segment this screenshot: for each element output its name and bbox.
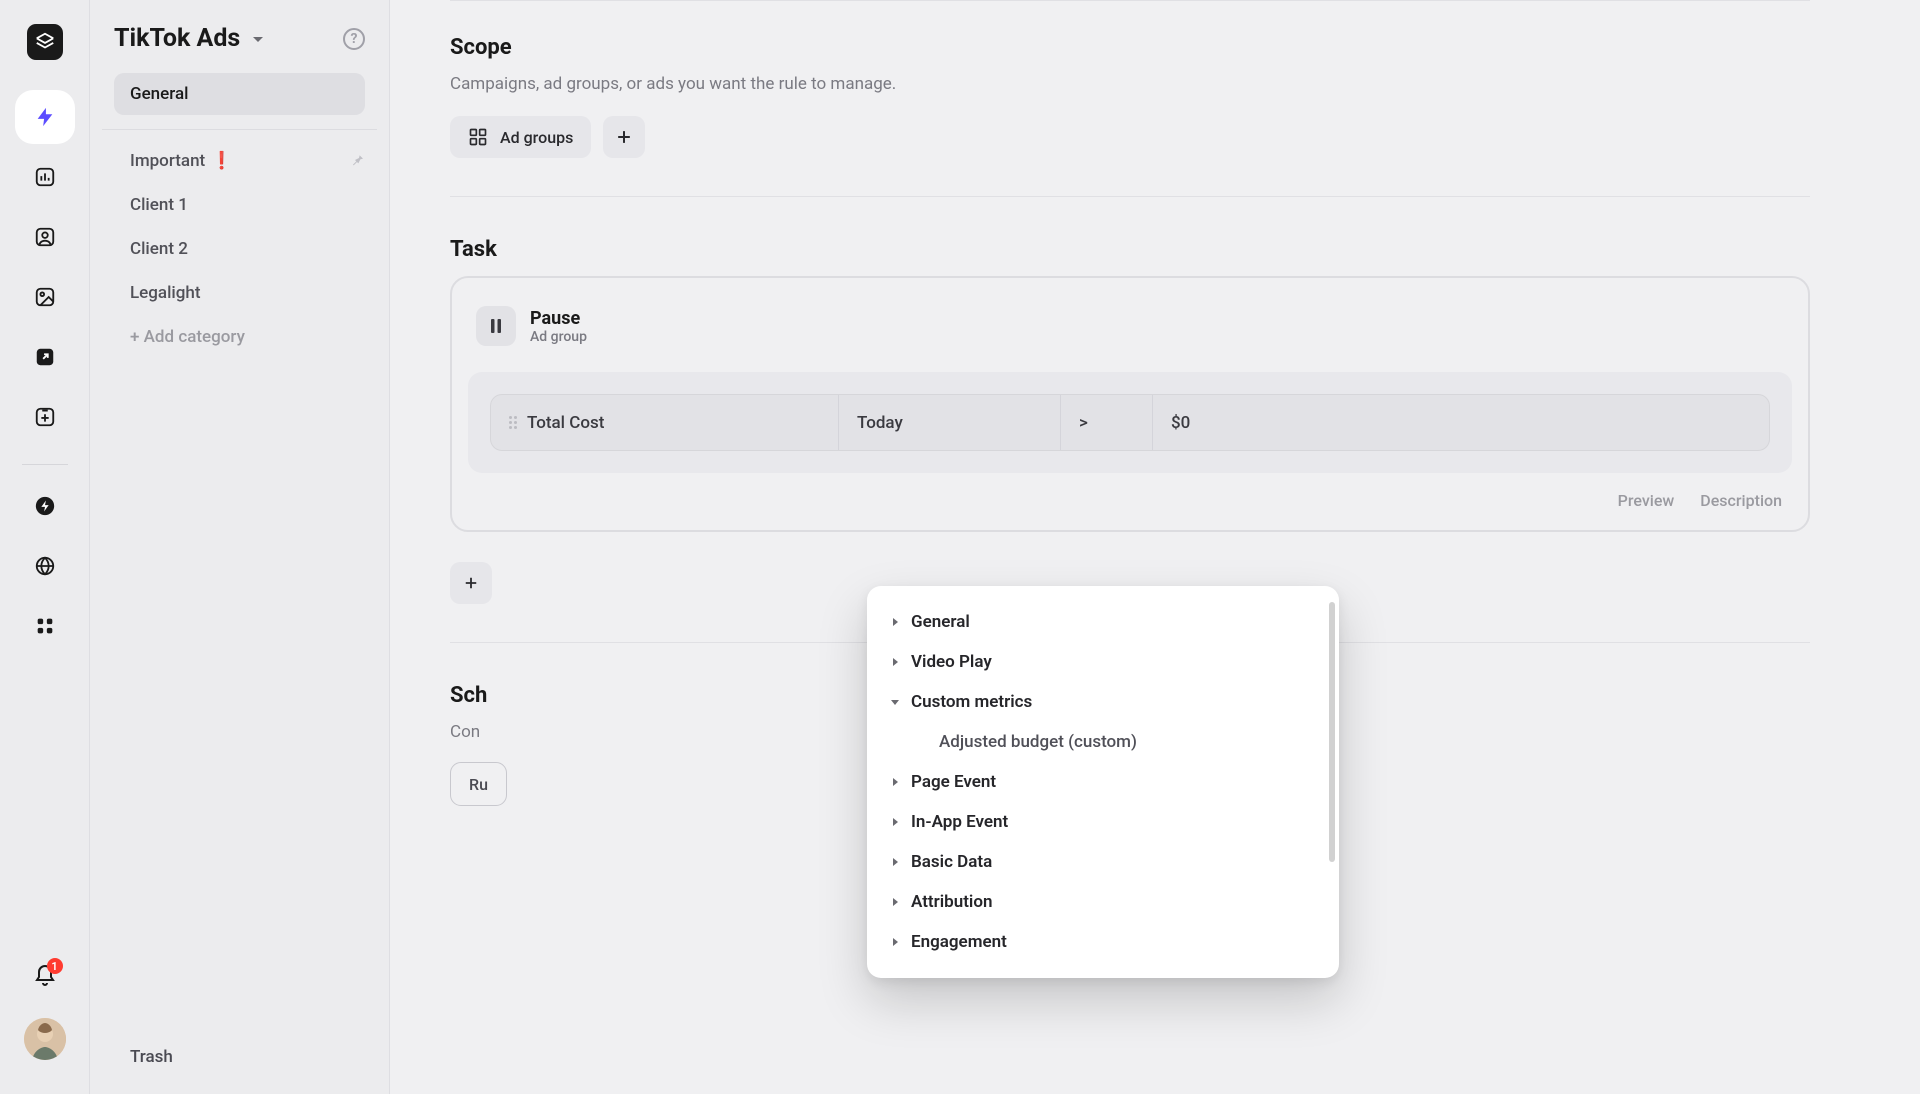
sidebar-item-label: Client 2 (130, 239, 188, 259)
chevron-right-icon (889, 857, 901, 867)
sidebar-item-general[interactable]: General (114, 73, 365, 115)
dropdown-group-custommetrics[interactable]: Custom metrics (867, 682, 1339, 722)
workspace-switcher[interactable]: TikTok Ads (114, 24, 268, 53)
notifications-button[interactable]: 1 (33, 964, 57, 992)
grid-icon (468, 127, 488, 147)
task-title: Task (450, 237, 1810, 262)
nav-add-module[interactable] (15, 390, 75, 444)
plus-icon (614, 127, 634, 147)
chevron-right-icon (889, 937, 901, 947)
condition-period-label: Today (857, 413, 903, 433)
rail-divider (22, 464, 68, 465)
dropdown-group-label: Page Event (911, 772, 996, 792)
dropdown-group-inappevent[interactable]: In-App Event (867, 802, 1339, 842)
run-button-label: Ru (469, 775, 488, 794)
important-emoji-icon: ❗ (211, 151, 232, 171)
scope-chip-adgroups[interactable]: Ad groups (450, 116, 591, 158)
add-category-label: + Add category (130, 327, 245, 347)
condition-panel: Total Cost Today > $0 (468, 372, 1792, 473)
dropdown-item-adjusted-budget[interactable]: Adjusted budget (custom) (867, 722, 1339, 762)
dropdown-group-label: General (911, 612, 970, 632)
condition-period-cell[interactable]: Today (839, 395, 1061, 450)
scope-subtitle: Campaigns, ad groups, or ads you want th… (450, 74, 1810, 94)
pin-icon[interactable] (349, 152, 365, 172)
dropdown-group-label: Basic Data (911, 852, 992, 872)
chevron-down-icon (248, 29, 268, 49)
top-divider (450, 0, 1810, 1)
dropdown-group-basicdata[interactable]: Basic Data (867, 842, 1339, 882)
nav-apps[interactable] (15, 599, 75, 653)
chevron-right-icon (889, 897, 901, 907)
sidebar-item-label: General (130, 84, 188, 104)
dropdown-group-pageevent[interactable]: Page Event (867, 762, 1339, 802)
help-button[interactable]: ? (343, 28, 365, 50)
chevron-right-icon (889, 617, 901, 627)
dropdown-group-label: Custom metrics (911, 692, 1032, 712)
chevron-down-icon (889, 697, 901, 707)
user-avatar[interactable] (24, 1018, 66, 1060)
dropdown-group-attribution[interactable]: Attribution (867, 882, 1339, 922)
dropdown-group-videoplay[interactable]: Video Play (867, 642, 1339, 682)
task-action-title: Pause (530, 308, 587, 329)
chevron-right-icon (889, 817, 901, 827)
condition-value-label: $0 (1171, 413, 1190, 433)
sidebar-item-label: Legalight (130, 283, 201, 303)
sidebar-item-client2[interactable]: Client 2 (114, 228, 365, 270)
sidebar-item-important[interactable]: Important ❗ (114, 140, 349, 182)
chip-label: Ad groups (500, 128, 573, 147)
chevron-right-icon (889, 657, 901, 667)
trash-label: Trash (130, 1047, 173, 1067)
nav-contacts[interactable] (15, 210, 75, 264)
add-scope-button[interactable] (603, 116, 645, 158)
nav-external[interactable] (15, 330, 75, 384)
plus-icon (462, 574, 480, 592)
app-logo[interactable] (27, 24, 63, 60)
dropdown-group-label: Video Play (911, 652, 992, 672)
schedule-run-button[interactable]: Ru (450, 762, 507, 806)
dropdown-group-engagement[interactable]: Engagement (867, 922, 1339, 962)
add-task-button[interactable] (450, 562, 492, 604)
scrollbar-thumb[interactable] (1329, 602, 1335, 862)
condition-row: Total Cost Today > $0 (490, 394, 1770, 451)
preview-link[interactable]: Preview (1618, 491, 1675, 510)
sidebar-item-client1[interactable]: Client 1 (114, 184, 365, 226)
nav-globe[interactable] (15, 539, 75, 593)
section-divider (450, 196, 1810, 197)
nav-media[interactable] (15, 270, 75, 324)
metric-dropdown: General Video Play Custom metrics Adjust… (867, 586, 1339, 978)
nav-automation[interactable] (15, 90, 75, 144)
description-link[interactable]: Description (1700, 491, 1782, 510)
notification-count: 1 (47, 958, 63, 974)
condition-metric-label: Total Cost (527, 413, 604, 433)
task-action-subtitle: Ad group (530, 329, 587, 345)
dropdown-group-general[interactable]: General (867, 602, 1339, 642)
task-card: Pause Ad group Total Cost Today (450, 276, 1810, 532)
dropdown-group-label: Engagement (911, 932, 1007, 952)
chevron-right-icon (889, 777, 901, 787)
sidebar-item-legalight[interactable]: Legalight (114, 272, 365, 314)
scope-title: Scope (450, 35, 1810, 60)
sidebar-divider (102, 129, 377, 130)
trash-link[interactable]: Trash (114, 1036, 365, 1078)
add-category-button[interactable]: + Add category (114, 316, 365, 358)
dropdown-group-label: Attribution (911, 892, 992, 912)
nav-bolt-dark[interactable] (15, 479, 75, 533)
condition-operator-label: > (1079, 413, 1088, 433)
nav-analytics[interactable] (15, 150, 75, 204)
condition-metric-cell[interactable]: Total Cost (491, 395, 839, 450)
condition-operator-cell[interactable]: > (1061, 395, 1153, 450)
sidebar-item-label: Important (130, 151, 205, 171)
drag-handle-icon[interactable] (509, 416, 517, 429)
condition-value-cell[interactable]: $0 (1153, 395, 1769, 450)
dropdown-group-label: In-App Event (911, 812, 1008, 832)
pause-icon (476, 306, 516, 346)
sidebar-item-label: Client 1 (130, 195, 188, 215)
workspace-title: TikTok Ads (114, 24, 240, 53)
